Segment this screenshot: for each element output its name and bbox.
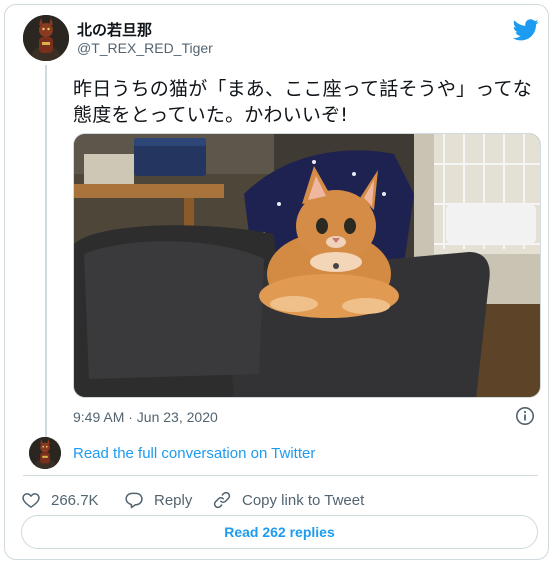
copy-link-button[interactable]: Copy link to Tweet [212,490,364,510]
author-display-name[interactable]: 北の若旦那 [77,19,152,40]
tweet-photo[interactable] [73,133,541,398]
author-handle[interactable]: @T_REX_RED_Tiger [77,40,213,56]
info-icon[interactable] [515,406,535,426]
author-avatar-small[interactable] [29,437,61,469]
like-count: 266.7K [51,491,99,509]
copy-link-label: Copy link to Tweet [242,491,365,509]
read-full-conversation-link[interactable]: Read the full conversation on Twitter [73,445,315,462]
tweet-text: 昨日うちの猫が「まあ、ここ座って話そうや」ってな 態度をとっていた。かわいいぞ! [73,76,543,128]
embedded-tweet-card: 北の若旦那 @T_REX_RED_Tiger 昨日うちの猫が「まあ、ここ座って話… [4,4,549,560]
heart-icon [22,493,40,508]
like-button[interactable]: 266.7K [21,490,121,510]
divider [23,475,538,476]
tweet-text-line-2: 態度をとっていた。かわいいぞ! [73,104,349,126]
reply-icon [125,492,143,509]
tweet-text-line-1: 昨日うちの猫が「まあ、ここ座って話そうや」ってな [73,78,532,100]
tweet-timestamp[interactable]: 9:49 AM · Jun 23, 2020 [73,409,218,425]
twitter-bird-icon[interactable] [512,19,539,41]
tweet-actions: 266.7K Reply Copy link to Tweet [21,487,364,513]
thread-connector-line [45,65,47,437]
read-replies-button[interactable]: Read 262 replies [21,515,538,549]
link-icon [213,491,231,509]
reply-label: Reply [154,491,193,509]
author-avatar[interactable] [23,15,69,61]
reply-button[interactable]: Reply [124,490,212,510]
